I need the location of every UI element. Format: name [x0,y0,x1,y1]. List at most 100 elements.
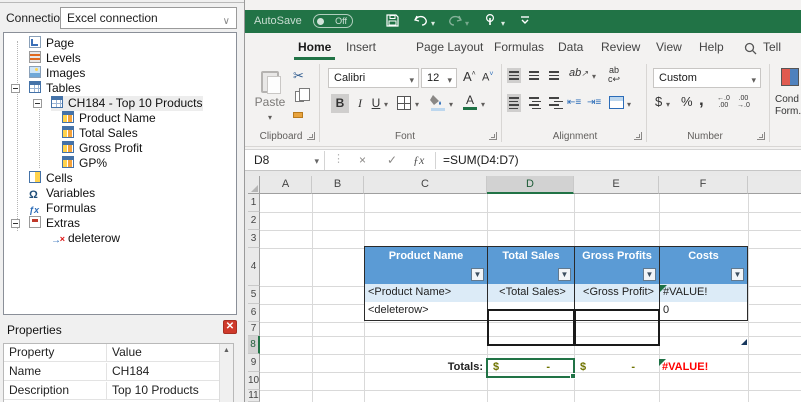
decrease-decimal-button[interactable]: .00 →.0 [737,95,750,109]
cancel-icon[interactable]: × [359,153,366,167]
borders-caret-icon[interactable]: ▾ [415,100,419,109]
touch-mode-caret-icon[interactable]: ▾ [501,19,505,28]
tree-item-page[interactable]: Page [4,36,236,51]
tell-me-label[interactable]: Tell [763,40,781,54]
tab-insert[interactable]: Insert [346,40,376,54]
tree-item-cells[interactable]: Cells [4,171,236,186]
orientation-button[interactable]: ab↗ [569,67,588,79]
tree-item-variables[interactable]: Variables [4,186,236,201]
properties-scrollbar[interactable]: ▲ [219,344,233,402]
table-cell-row6[interactable]: <deleterow> [364,302,487,321]
copy-icon[interactable] [295,88,310,102]
undo-icon[interactable] [413,13,431,30]
top-align-button[interactable] [507,68,521,83]
redo-menu-caret-icon[interactable]: ▾ [465,19,469,28]
tab-data[interactable]: Data [558,40,583,54]
column-header-E[interactable]: E [574,176,659,194]
tab-formulas[interactable]: Formulas [494,40,544,54]
increase-decimal-button[interactable]: ←.0.00 [717,95,730,109]
tree-item-formulas[interactable]: Formulas [4,201,236,216]
underline-button[interactable]: U [369,94,383,113]
font-color-button[interactable]: A [461,93,479,112]
table-cell-row5[interactable]: #VALUE! [659,284,748,302]
fill-handle[interactable] [570,373,576,379]
table-cell-row5[interactable]: <Product Name> [364,284,487,302]
name-box[interactable]: D8 ▾ [247,151,325,170]
tree-item-ch184-top-10-products[interactable]: CH184 - Top 10 Products [4,96,236,111]
italic-button[interactable]: I [353,94,367,113]
connection-dropdown[interactable]: Excel connection ∨ [60,7,237,29]
increase-indent-button[interactable]: ⇥≡ [587,97,601,108]
fill-color-button[interactable] [429,94,447,113]
table-cell-row6[interactable]: 0 [659,302,748,321]
tree-item-product-name[interactable]: Product Name [4,111,236,126]
cell-F8[interactable]: #VALUE! [659,359,748,377]
align-center-button[interactable] [527,94,541,112]
table-resize-handle[interactable] [741,339,747,345]
filter-dropdown-icon[interactable]: ▼ [731,268,744,281]
tree-item-tables[interactable]: Tables [4,81,236,96]
tab-help[interactable]: Help [699,40,724,54]
tree-item-deleterow[interactable]: deleterow [4,231,236,247]
tab-view[interactable]: View [656,40,682,54]
format-painter-icon[interactable] [293,112,303,118]
formula-text[interactable]: =SUM(D4:D7) [443,153,519,167]
align-right-button[interactable] [547,94,563,112]
table-header-costs[interactable]: Costs ▼ [659,246,748,284]
redo-icon[interactable] [447,13,465,30]
expander-icon[interactable] [11,219,20,228]
properties-row[interactable]: Description Top 10 Products [4,382,220,400]
borders-button[interactable] [397,96,411,110]
decrease-font-size-button[interactable]: A˅ [482,71,493,84]
enter-icon[interactable]: ✓ [387,153,397,167]
row-header-11[interactable]: 11 [248,390,260,402]
expander-icon[interactable] [33,99,42,108]
number-format-combo[interactable]: Custom ▾ [653,68,761,88]
qat-customize-icon[interactable] [519,11,537,28]
column-header-A[interactable]: A [260,176,312,194]
accounting-caret-icon[interactable]: ▾ [666,100,670,109]
merge-center-button[interactable] [609,96,624,109]
table-header-total-sales[interactable]: Total Sales ▼ [487,246,574,284]
tree-item-levels[interactable]: Levels [4,51,236,66]
row-header-10[interactable]: 10 [248,372,260,390]
middle-align-button[interactable] [527,68,541,83]
percent-style-button[interactable]: % [681,94,693,109]
table-header-product-name[interactable]: Product Name ▼ [364,246,487,284]
touch-mode-icon[interactable] [483,13,501,30]
row-header-5[interactable]: 5 [248,286,260,304]
align-left-button[interactable] [507,94,521,112]
orientation-caret-icon[interactable]: ▾ [592,72,596,81]
decrease-indent-button[interactable]: ⇤≡ [567,97,581,108]
tree-item-total-sales[interactable]: Total Sales [4,126,236,141]
select-all-corner[interactable] [248,176,260,194]
filter-dropdown-icon[interactable]: ▼ [471,268,484,281]
tree-item-gross-profit[interactable]: Gross Profit [4,141,236,156]
column-header-C[interactable]: C [364,176,487,194]
paste-button[interactable]: Paste ▾ [251,67,289,129]
connection-tree[interactable]: Page Levels Images Tables CH184 - Top 10 Pro… [3,32,237,315]
totals-label-cell[interactable]: Totals: [364,359,487,377]
conditional-formatting-label[interactable]: Cond Form. [775,94,801,118]
undo-menu-caret-icon[interactable]: ▾ [431,19,435,28]
clipboard-dialog-launcher-icon[interactable] [307,132,315,140]
tab-review[interactable]: Review [601,40,640,54]
cut-icon[interactable]: ✂ [293,68,304,84]
table-cell-row5[interactable]: <Total Sales> [487,284,574,302]
tree-item-gp-[interactable]: GP% [4,156,236,171]
column-header-F[interactable]: F [659,176,748,194]
wrap-text-button[interactable]: ab c↩ [608,66,620,84]
insert-function-icon[interactable]: ƒx [413,153,424,168]
bottom-align-button[interactable] [547,68,561,83]
properties-row[interactable]: Name CH184 [4,363,220,381]
row-header-6[interactable]: 6 [248,304,260,322]
font-size-combo[interactable]: 12 ▾ [421,68,457,88]
column-header-D[interactable]: D [487,176,574,194]
table-cell-row6[interactable] [487,302,574,321]
row-header-1[interactable]: 1 [248,194,260,212]
increase-font-size-button[interactable]: A˄ [463,69,476,84]
comma-style-button[interactable]: , [699,90,704,110]
conditional-formatting-icon[interactable] [781,68,799,86]
filter-dropdown-icon[interactable]: ▼ [558,268,571,281]
cell-E8[interactable]: $ - [574,359,659,377]
